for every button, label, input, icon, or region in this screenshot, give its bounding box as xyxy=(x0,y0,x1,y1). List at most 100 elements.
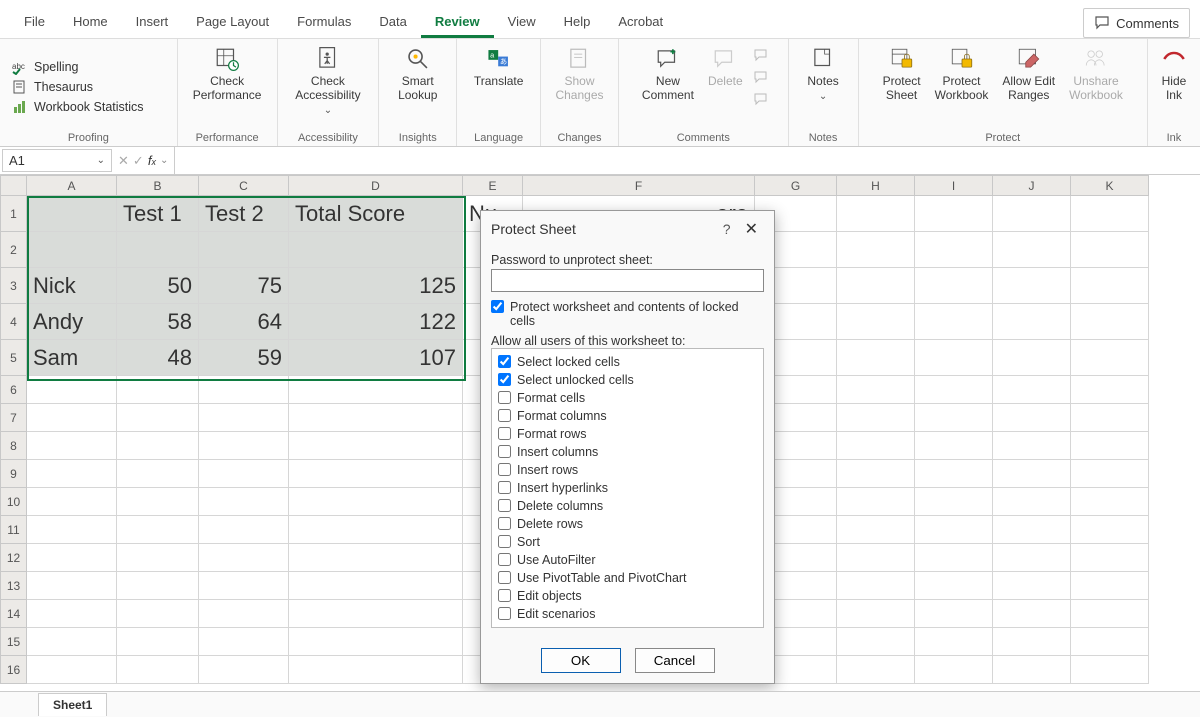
cell-D13[interactable] xyxy=(289,572,463,600)
cell-B15[interactable] xyxy=(117,628,199,656)
cell-A4[interactable]: Andy xyxy=(27,304,117,340)
cell-D14[interactable] xyxy=(289,600,463,628)
cell-J2[interactable] xyxy=(993,232,1071,268)
perm-delete-rows[interactable]: Delete rows xyxy=(498,515,757,533)
tab-home[interactable]: Home xyxy=(59,8,122,38)
protect-contents-checkbox[interactable]: Protect worksheet and contents of locked… xyxy=(491,298,764,330)
accept-formula-icon[interactable]: ✓ xyxy=(133,153,144,169)
perm-edit-objects[interactable]: Edit objects xyxy=(498,587,757,605)
cell-A9[interactable] xyxy=(27,460,117,488)
cell-A13[interactable] xyxy=(27,572,117,600)
perm-checkbox[interactable] xyxy=(498,517,511,530)
formula-input[interactable] xyxy=(175,158,1200,164)
cell-I7[interactable] xyxy=(915,404,993,432)
cell-A15[interactable] xyxy=(27,628,117,656)
cell-J5[interactable] xyxy=(993,340,1071,376)
perm-checkbox[interactable] xyxy=(498,553,511,566)
cell-I13[interactable] xyxy=(915,572,993,600)
cell-A14[interactable] xyxy=(27,600,117,628)
cell-J6[interactable] xyxy=(993,376,1071,404)
cell-C5[interactable]: 59 xyxy=(199,340,289,376)
cell-H6[interactable] xyxy=(837,376,915,404)
cell-K16[interactable] xyxy=(1071,656,1149,684)
cell-B4[interactable]: 58 xyxy=(117,304,199,340)
dialog-close-button[interactable]: ✕ xyxy=(739,219,764,239)
ok-button[interactable]: OK xyxy=(541,648,621,673)
cell-C14[interactable] xyxy=(199,600,289,628)
tab-review[interactable]: Review xyxy=(421,8,494,38)
cell-H10[interactable] xyxy=(837,488,915,516)
cell-J4[interactable] xyxy=(993,304,1071,340)
cell-J15[interactable] xyxy=(993,628,1071,656)
perm-format-cells[interactable]: Format cells xyxy=(498,389,757,407)
cell-D15[interactable] xyxy=(289,628,463,656)
cell-B3[interactable]: 50 xyxy=(117,268,199,304)
cell-A7[interactable] xyxy=(27,404,117,432)
cell-I1[interactable] xyxy=(915,196,993,232)
cell-K12[interactable] xyxy=(1071,544,1149,572)
cell-I15[interactable] xyxy=(915,628,993,656)
cell-I11[interactable] xyxy=(915,516,993,544)
cell-K8[interactable] xyxy=(1071,432,1149,460)
cell-J3[interactable] xyxy=(993,268,1071,304)
cell-B12[interactable] xyxy=(117,544,199,572)
cell-K14[interactable] xyxy=(1071,600,1149,628)
cell-C9[interactable] xyxy=(199,460,289,488)
cell-I9[interactable] xyxy=(915,460,993,488)
notes-button[interactable]: Notes ⌄ xyxy=(803,43,842,104)
cell-C4[interactable]: 64 xyxy=(199,304,289,340)
perm-checkbox[interactable] xyxy=(498,463,511,476)
new-comment-button[interactable]: New Comment xyxy=(638,43,698,105)
cell-J13[interactable] xyxy=(993,572,1071,600)
cell-H8[interactable] xyxy=(837,432,915,460)
show-comments-icon[interactable] xyxy=(753,91,769,107)
perm-insert-hyperlinks[interactable]: Insert hyperlinks xyxy=(498,479,757,497)
perm-checkbox[interactable] xyxy=(498,499,511,512)
cell-C6[interactable] xyxy=(199,376,289,404)
cell-B11[interactable] xyxy=(117,516,199,544)
perm-checkbox[interactable] xyxy=(498,409,511,422)
cell-C1[interactable]: Test 2 xyxy=(199,196,289,232)
comments-button[interactable]: Comments xyxy=(1083,8,1190,38)
cell-I3[interactable] xyxy=(915,268,993,304)
cell-D9[interactable] xyxy=(289,460,463,488)
cell-I5[interactable] xyxy=(915,340,993,376)
tab-insert[interactable]: Insert xyxy=(122,8,183,38)
cell-A6[interactable] xyxy=(27,376,117,404)
perm-format-rows[interactable]: Format rows xyxy=(498,425,757,443)
cell-A16[interactable] xyxy=(27,656,117,684)
perm-use-autofilter[interactable]: Use AutoFilter xyxy=(498,551,757,569)
cell-C16[interactable] xyxy=(199,656,289,684)
perm-checkbox[interactable] xyxy=(498,427,511,440)
tab-formulas[interactable]: Formulas xyxy=(283,8,365,38)
cell-I14[interactable] xyxy=(915,600,993,628)
fx-icon[interactable]: fx xyxy=(148,153,156,168)
cell-C13[interactable] xyxy=(199,572,289,600)
cell-D11[interactable] xyxy=(289,516,463,544)
cell-H11[interactable] xyxy=(837,516,915,544)
sheet-tab[interactable]: Sheet1 xyxy=(38,693,107,716)
cell-B9[interactable] xyxy=(117,460,199,488)
perm-checkbox[interactable] xyxy=(498,571,511,584)
cell-C11[interactable] xyxy=(199,516,289,544)
perm-insert-columns[interactable]: Insert columns xyxy=(498,443,757,461)
cell-C10[interactable] xyxy=(199,488,289,516)
tab-view[interactable]: View xyxy=(494,8,550,38)
cell-B16[interactable] xyxy=(117,656,199,684)
cell-H4[interactable] xyxy=(837,304,915,340)
cell-K9[interactable] xyxy=(1071,460,1149,488)
allow-edit-ranges-button[interactable]: Allow Edit Ranges xyxy=(998,43,1059,105)
perm-select-locked-cells[interactable]: Select locked cells xyxy=(498,353,757,371)
perm-select-unlocked-cells[interactable]: Select unlocked cells xyxy=(498,371,757,389)
cell-H12[interactable] xyxy=(837,544,915,572)
cell-K5[interactable] xyxy=(1071,340,1149,376)
cell-I4[interactable] xyxy=(915,304,993,340)
tab-help[interactable]: Help xyxy=(550,8,605,38)
protect-contents-check[interactable] xyxy=(491,300,504,313)
cell-H15[interactable] xyxy=(837,628,915,656)
hide-ink-button[interactable]: Hide Ink xyxy=(1156,43,1192,105)
cell-A12[interactable] xyxy=(27,544,117,572)
cell-D4[interactable]: 122 xyxy=(289,304,463,340)
cell-A2[interactable] xyxy=(27,232,117,268)
cell-D12[interactable] xyxy=(289,544,463,572)
